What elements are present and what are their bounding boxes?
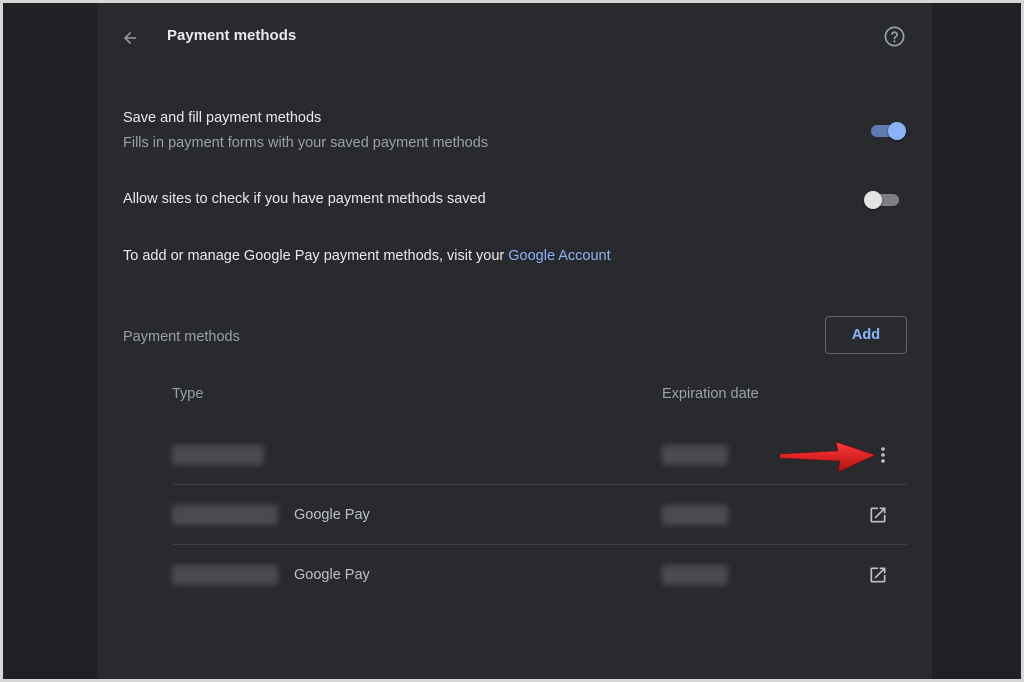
- expiration-redacted: ••/••••: [662, 505, 728, 525]
- toggle-knob: [864, 191, 882, 209]
- allow-check-toggle[interactable]: [864, 191, 902, 209]
- payment-method-row: •••• •••• ••/••••: [172, 425, 907, 485]
- card-number-redacted: •••• ••••: [172, 445, 264, 465]
- google-pay-info: To add or manage Google Pay payment meth…: [123, 248, 611, 264]
- toggle-knob: [888, 122, 906, 140]
- save-fill-toggle[interactable]: [868, 122, 906, 140]
- allow-check-title: Allow sites to check if you have payment…: [123, 191, 486, 207]
- card-number-redacted: •••• ••••: [172, 565, 278, 585]
- expiration-redacted: ••/••••: [662, 565, 728, 585]
- add-payment-method-button[interactable]: Add: [825, 316, 907, 354]
- save-fill-subtitle: Fills in payment forms with your saved p…: [123, 135, 489, 151]
- page-title: Payment methods: [167, 27, 297, 44]
- open-external-icon[interactable]: [868, 505, 888, 525]
- settings-window: Payment methods Save and fill payment me…: [3, 3, 1021, 679]
- more-vert-icon[interactable]: [874, 444, 892, 466]
- google-pay-label: Google Pay: [294, 567, 370, 583]
- expiration-redacted: ••/••••: [662, 445, 728, 465]
- google-pay-info-text: To add or manage Google Pay payment meth…: [123, 248, 509, 264]
- payment-methods-card: Payment methods Save and fill payment me…: [97, 3, 932, 679]
- help-circle-icon[interactable]: [883, 25, 906, 48]
- type-column-header: Type: [172, 386, 204, 402]
- payment-methods-section-title: Payment methods: [123, 329, 240, 345]
- save-fill-title: Save and fill payment methods: [123, 110, 322, 126]
- payment-method-row: •••• •••• Google Pay ••/••••: [172, 484, 907, 544]
- google-pay-label: Google Pay: [294, 507, 370, 523]
- expiration-column-header: Expiration date: [662, 386, 759, 402]
- open-external-icon[interactable]: [868, 565, 888, 585]
- payment-method-row: •••• •••• Google Pay ••/••••: [172, 544, 907, 604]
- card-number-redacted: •••• ••••: [172, 505, 278, 525]
- google-account-link[interactable]: Google Account: [508, 248, 610, 264]
- arrow-left-icon[interactable]: [121, 29, 139, 47]
